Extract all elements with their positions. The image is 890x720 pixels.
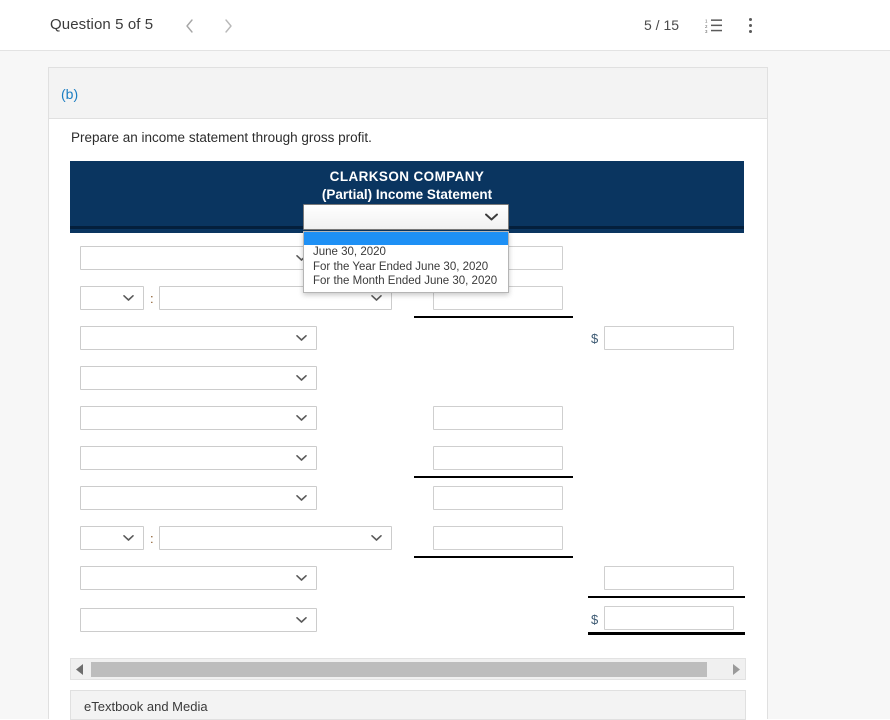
ordered-list-icon[interactable]: 1 2 3 <box>705 17 723 34</box>
scrollbar-left-arrow[interactable] <box>71 659 89 679</box>
kebab-dot-2 <box>748 23 752 27</box>
scrollbar-right-arrow[interactable] <box>727 659 745 679</box>
scrollbar-thumb[interactable] <box>91 662 707 677</box>
part-label: (b) <box>61 86 79 102</box>
chevron-down-icon <box>123 294 134 301</box>
statement-company-name: CLARKSON COMPANY <box>329 169 485 184</box>
row-9-label-select[interactable] <box>80 566 317 590</box>
etextbook-label: eTextbook and Media <box>84 699 208 714</box>
card-header: (b) <box>49 68 767 119</box>
row-10-amount-right[interactable] <box>604 606 734 630</box>
row-8-separator: : <box>150 531 154 546</box>
kebab-dot-3 <box>748 29 752 33</box>
row-6-amount-mid[interactable] <box>433 446 563 470</box>
row-8-label-select[interactable] <box>159 526 392 550</box>
kebab-dot-1 <box>748 17 752 21</box>
row-7-label-select[interactable] <box>80 486 317 510</box>
next-question-button[interactable] <box>215 13 241 39</box>
subtotal-rule-3 <box>414 556 573 558</box>
top-navigation-bar: Question 5 of 5 5 / 15 1 2 3 <box>0 0 890 51</box>
chevron-down-icon <box>296 574 307 581</box>
row-1-label-select[interactable] <box>80 246 317 270</box>
row-10-currency: $ <box>591 612 599 627</box>
page-counter: 5 / 15 <box>644 17 680 33</box>
previous-question-button[interactable] <box>176 13 202 39</box>
row-4-label-select[interactable] <box>80 366 317 390</box>
chevron-down-icon <box>296 414 307 421</box>
period-select-options[interactable]: June 30, 2020 For the Year Ended June 30… <box>303 231 509 293</box>
chevron-down-icon <box>485 213 498 221</box>
etextbook-section[interactable]: eTextbook and Media <box>70 690 746 720</box>
horizontal-scrollbar[interactable] <box>70 658 746 680</box>
period-option-blank[interactable] <box>304 232 508 245</box>
grand-total-rule <box>588 632 745 635</box>
row-8-amount-mid[interactable] <box>433 526 563 550</box>
svg-text:1: 1 <box>705 19 708 24</box>
statement-title: (Partial) Income Statement <box>321 187 493 202</box>
row-8-prefix-select[interactable] <box>80 526 144 550</box>
chevron-down-icon <box>296 334 307 341</box>
subtotal-rule-2 <box>414 476 573 478</box>
row-3-label-select[interactable] <box>80 326 317 350</box>
row-7-amount-mid[interactable] <box>433 486 563 510</box>
question-counter-label: Question 5 of 5 <box>50 16 154 33</box>
row-2-separator: : <box>150 291 154 306</box>
chevron-down-icon <box>296 374 307 381</box>
row-9-amount-right[interactable] <box>604 566 734 590</box>
question-prompt: Prepare an income statement through gros… <box>71 130 372 145</box>
period-option-1[interactable]: June 30, 2020 <box>304 245 508 260</box>
row-3-amount-right[interactable] <box>604 326 734 350</box>
row-5-label-select[interactable] <box>80 406 317 430</box>
chevron-right-icon <box>224 19 232 33</box>
kebab-menu-icon[interactable] <box>744 14 756 36</box>
chevron-down-icon <box>123 534 134 541</box>
chevron-down-icon <box>371 294 382 301</box>
row-3-currency: $ <box>591 331 599 346</box>
subtotal-rule-1 <box>414 316 573 318</box>
row-10-label-select[interactable] <box>80 608 317 632</box>
chevron-down-icon <box>296 494 307 501</box>
row-2-prefix-select[interactable] <box>80 286 144 310</box>
triangle-left-icon <box>76 663 83 675</box>
period-select[interactable] <box>303 204 509 230</box>
row-5-amount-mid[interactable] <box>433 406 563 430</box>
period-option-2[interactable]: For the Year Ended June 30, 2020 <box>304 260 508 275</box>
row-6-label-select[interactable] <box>80 446 317 470</box>
period-option-3[interactable]: For the Month Ended June 30, 2020 <box>304 274 508 289</box>
triangle-right-icon <box>733 663 740 675</box>
subtotal-rule-4 <box>588 596 745 598</box>
chevron-left-icon <box>185 19 193 33</box>
svg-text:3: 3 <box>705 29 708 33</box>
chevron-down-icon <box>296 616 307 623</box>
chevron-down-icon <box>296 454 307 461</box>
chevron-down-icon <box>371 534 382 541</box>
